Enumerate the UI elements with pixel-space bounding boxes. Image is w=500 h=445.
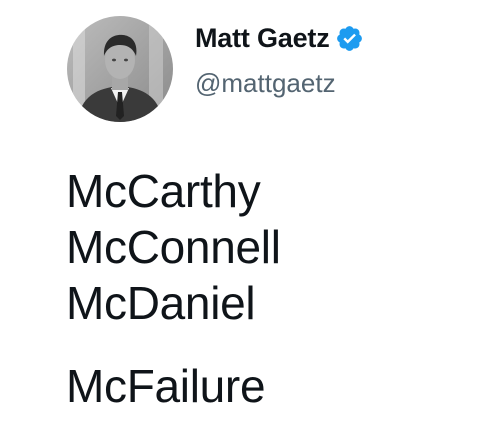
tweet-text: McCarthy McConnell McDaniel McFailure: [66, 163, 486, 414]
display-name-row[interactable]: Matt Gaetz: [195, 20, 485, 56]
tweet-text-line: McConnell: [66, 221, 281, 273]
tweet-text-line: McCarthy: [66, 165, 261, 217]
author-info: Matt Gaetz @mattgaetz: [195, 20, 485, 100]
tweet-text-line: McFailure: [66, 360, 266, 412]
author-avatar[interactable]: [67, 16, 173, 122]
tweet-text-line: McDaniel: [66, 277, 256, 329]
tweet: Matt Gaetz @mattgaetz McCarthy McConnell…: [0, 0, 500, 445]
profile-photo: [67, 16, 173, 122]
author-handle[interactable]: @mattgaetz: [195, 66, 485, 100]
verified-badge-icon: [335, 24, 364, 53]
display-name: Matt Gaetz: [195, 23, 330, 53]
